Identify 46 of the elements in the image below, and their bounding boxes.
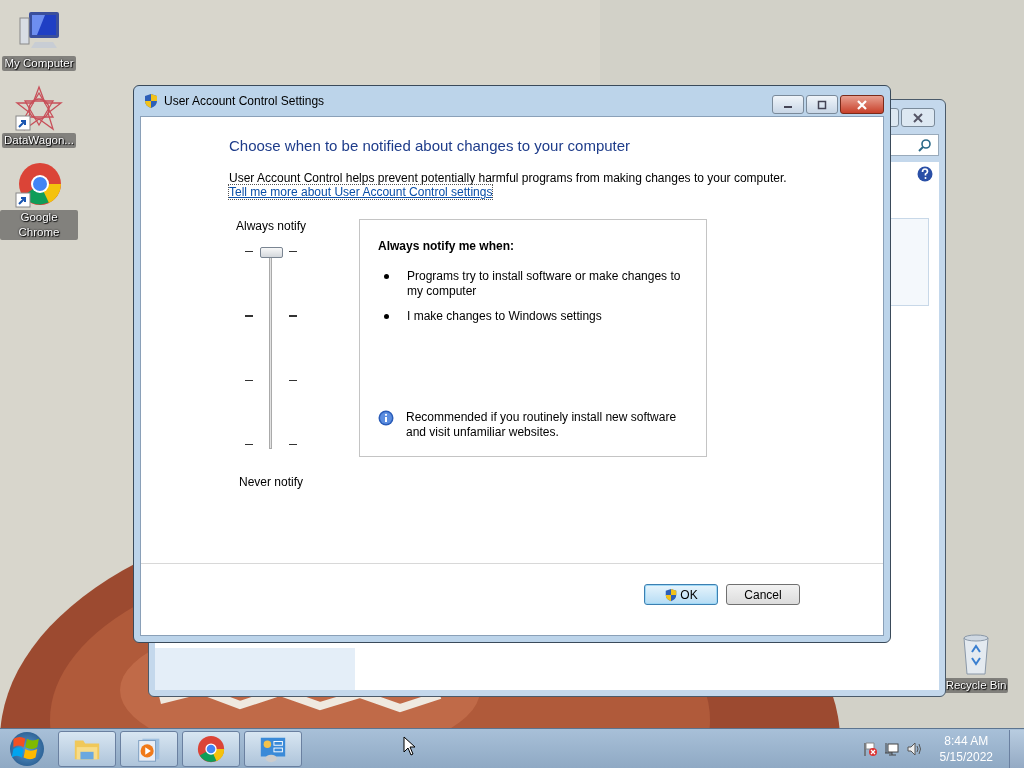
close-icon <box>912 112 924 123</box>
minimize-button[interactable] <box>772 95 804 114</box>
ok-button[interactable]: OK <box>644 584 718 605</box>
maximize-button[interactable] <box>806 95 838 114</box>
panel-title: Always notify me when: <box>378 239 516 253</box>
recommendation-text: Recommended if you routinely install new software and visit unfamiliar websites. <box>406 410 678 440</box>
speaker-icon[interactable] <box>905 740 922 757</box>
flag-alert-icon[interactable] <box>861 740 878 757</box>
clock-time: 8:44 AM <box>944 732 989 749</box>
search-icon <box>918 138 932 152</box>
description-text: User Account Control helps prevent potentially harmful programs from making changes to your computer. <box>229 171 788 185</box>
chrome-icon <box>196 733 226 764</box>
chrome-icon[interactable] <box>15 162 63 210</box>
bullet-icon <box>384 314 389 319</box>
bullet-text: I make changes to Windows settings <box>407 309 603 324</box>
clock[interactable]: 8:44 AM 5/15/2022 <box>939 732 993 765</box>
shield-icon <box>143 93 159 109</box>
icon-label[interactable]: My Computer <box>2 56 76 71</box>
help-icon[interactable] <box>917 166 933 182</box>
slider-thumb[interactable] <box>260 247 283 258</box>
network-icon[interactable] <box>883 740 900 757</box>
media-taskbar-button[interactable] <box>120 730 178 767</box>
dialog-heading: Choose when to be notified about changes to your computer <box>229 137 631 154</box>
icon-label[interactable]: Google Chrome <box>0 210 78 240</box>
star-pattern-icon[interactable] <box>15 85 63 133</box>
close-button[interactable] <box>840 95 884 114</box>
chrome-taskbar-button[interactable] <box>182 730 240 767</box>
icon-label[interactable]: DataWagon... <box>2 133 76 148</box>
slider-label: Never notify <box>239 475 303 489</box>
explorer-taskbar-button[interactable] <box>58 730 116 767</box>
slider-label: Always notify <box>236 219 306 233</box>
close-button[interactable] <box>901 108 935 127</box>
bullet-icon <box>384 274 389 279</box>
windows-logo-icon <box>10 731 44 766</box>
bullet-text: Programs try to install software or make changes to my computer <box>407 269 682 299</box>
maximize-icon <box>816 99 828 110</box>
window-title: User Account Control Settings <box>164 94 325 108</box>
control-taskbar-button[interactable] <box>244 730 302 767</box>
mouse-pointer-icon <box>403 736 415 756</box>
show-desktop-button[interactable] <box>1009 729 1024 768</box>
help-link[interactable]: Tell me more about User Account Control settings <box>229 185 493 199</box>
close-icon <box>856 99 868 110</box>
cancel-button[interactable]: Cancel <box>726 584 800 605</box>
info-icon <box>378 410 394 426</box>
minimize-icon <box>784 106 792 108</box>
clock-date: 5/15/2022 <box>939 748 993 765</box>
